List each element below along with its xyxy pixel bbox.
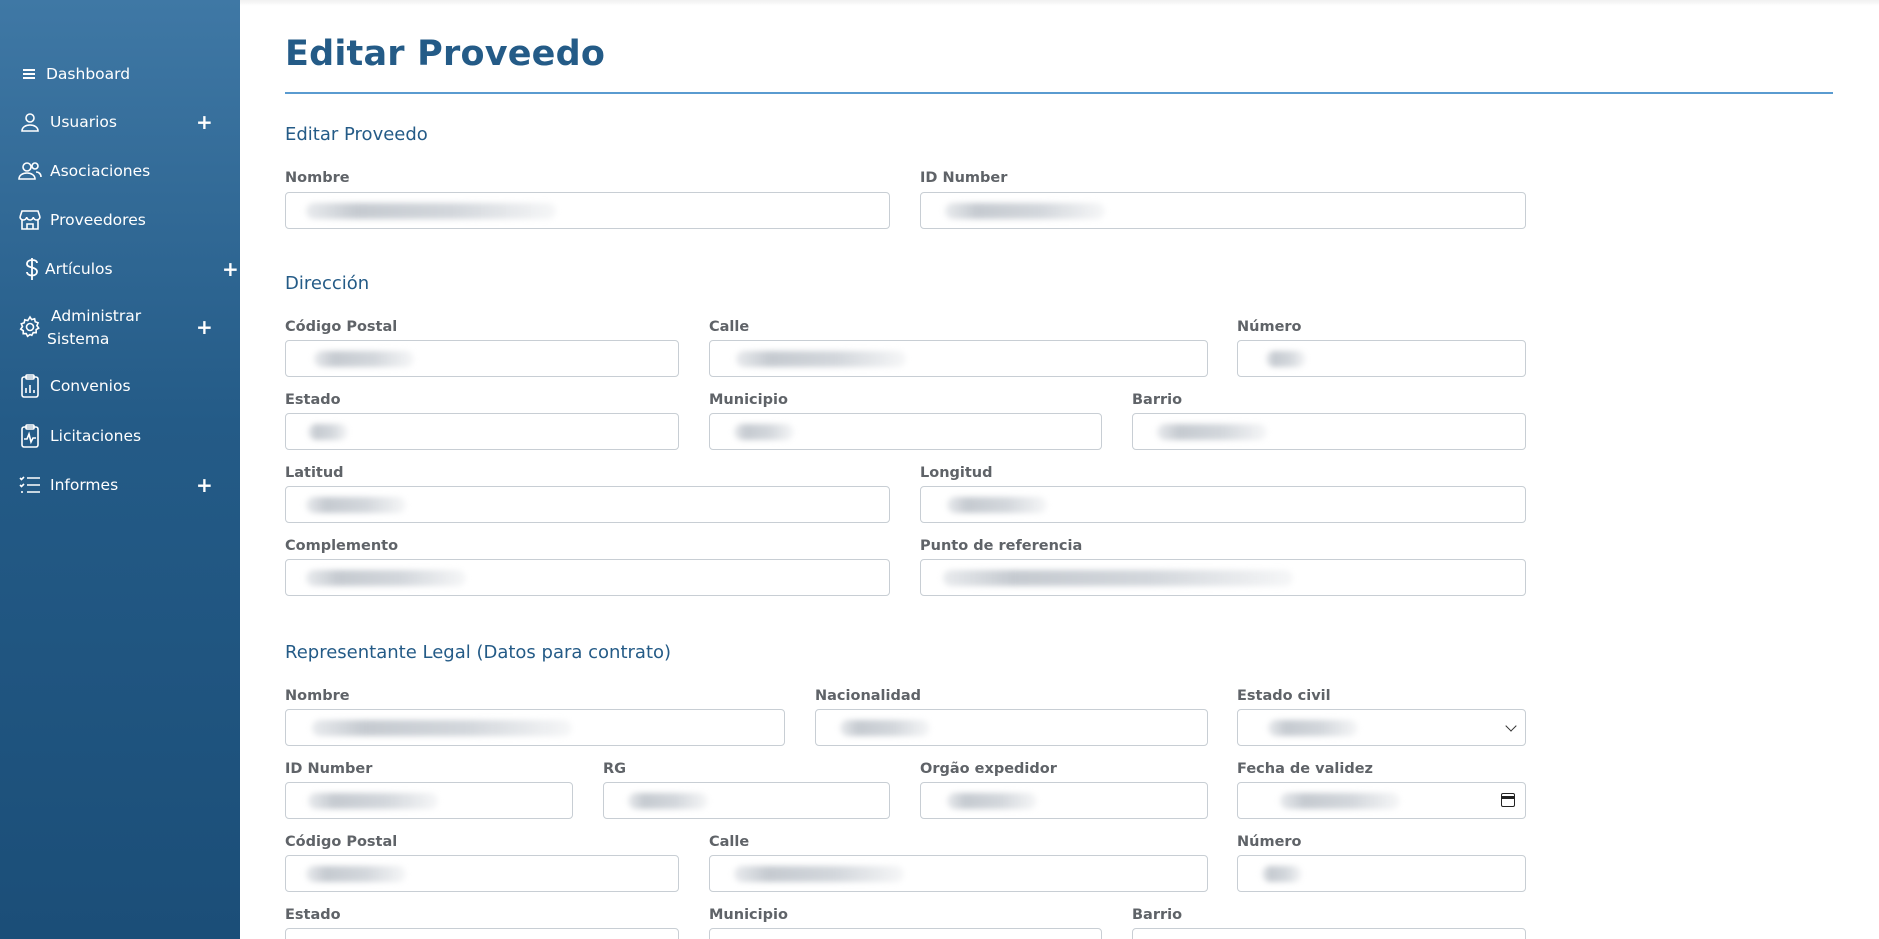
rep-codigo-postal-label: Código Postal — [285, 834, 398, 850]
main-content: Editar Proveedo Editar Proveedo Nombre I… — [240, 0, 1879, 939]
sidebar-item-dashboard[interactable]: Dashboard — [0, 62, 240, 86]
sidebar-item-label: Informes — [50, 476, 119, 494]
rep-municipio-field[interactable] — [709, 928, 1102, 939]
fecha-validez-label: Fecha de validez — [1237, 761, 1373, 777]
rep-numero-field[interactable] — [1237, 855, 1526, 892]
numero-label: Número — [1237, 319, 1302, 335]
longitud-label: Longitud — [920, 465, 993, 481]
sidebar: Dashboard Usuarios + Asociaciones Provee… — [0, 0, 240, 939]
sidebar-item-proveedores[interactable]: Proveedores — [0, 208, 240, 232]
municipio-label: Municipio — [709, 392, 788, 408]
sidebar-item-licitaciones[interactable]: Licitaciones — [0, 424, 240, 448]
dollar-icon — [20, 257, 44, 281]
nombre-field[interactable] — [285, 192, 890, 229]
rep-nombre-field[interactable] — [285, 709, 785, 746]
sidebar-item-label: Proveedores — [50, 211, 146, 229]
punto-referencia-field[interactable] — [920, 559, 1526, 596]
rep-nombre-label: Nombre — [285, 688, 350, 704]
nombre-label: Nombre — [285, 170, 350, 186]
rep-id-number-field[interactable] — [285, 782, 573, 819]
expand-icon[interactable]: + — [222, 259, 239, 279]
sidebar-item-convenios[interactable]: Convenios — [0, 374, 240, 398]
calle-label: Calle — [709, 319, 750, 335]
expand-icon[interactable]: + — [196, 475, 213, 495]
sidebar-item-label: Artículos — [45, 260, 113, 278]
user-icon — [18, 110, 42, 134]
municipio-field[interactable] — [709, 413, 1102, 450]
latitud-field[interactable] — [285, 486, 890, 523]
clipboard-chart-icon — [18, 374, 42, 398]
clipboard-pulse-icon — [18, 424, 42, 448]
estado-civil-select[interactable] — [1237, 709, 1526, 746]
sidebar-item-asociaciones[interactable]: Asociaciones — [0, 159, 240, 183]
punto-referencia-label: Punto de referencia — [920, 538, 1083, 554]
orgao-label: Orgão expedidor — [920, 761, 1057, 777]
list-check-icon — [18, 473, 42, 497]
sidebar-item-usuarios[interactable]: Usuarios + — [0, 110, 240, 134]
estado-civil-label: Estado civil — [1237, 688, 1331, 704]
orgao-field[interactable] — [920, 782, 1208, 819]
rg-label: RG — [603, 761, 627, 777]
sidebar-item-label: Usuarios — [50, 113, 117, 131]
codigo-postal-field[interactable] — [285, 340, 679, 377]
page-title: Editar Proveedo — [285, 34, 606, 74]
rep-estado-field[interactable] — [285, 928, 679, 939]
estado-label: Estado — [285, 392, 341, 408]
estado-field[interactable] — [285, 413, 679, 450]
id-number-field[interactable] — [920, 192, 1526, 229]
rep-barrio-field[interactable] — [1132, 928, 1526, 939]
sidebar-item-label: Convenios — [50, 377, 131, 395]
rep-calle-field[interactable] — [709, 855, 1208, 892]
latitud-label: Latitud — [285, 465, 344, 481]
menu-icon — [18, 62, 42, 86]
longitud-field[interactable] — [920, 486, 1526, 523]
sidebar-item-label: Licitaciones — [50, 427, 142, 445]
sidebar-item-label: Dashboard — [46, 65, 131, 83]
title-divider — [285, 92, 1833, 94]
store-icon — [18, 208, 42, 232]
section-title-legal-rep: Representante Legal (Datos para contrato… — [285, 642, 672, 663]
fecha-validez-field[interactable] — [1237, 782, 1526, 819]
nacionalidad-field[interactable] — [815, 709, 1208, 746]
admin-label-line1: Administrar — [51, 307, 142, 325]
numero-field[interactable] — [1237, 340, 1526, 377]
sidebar-item-articulos[interactable]: Artículos + — [0, 257, 240, 281]
chevron-down-icon — [1505, 720, 1517, 732]
nacionalidad-label: Nacionalidad — [815, 688, 922, 704]
sidebar-item-label: Asociaciones — [50, 162, 151, 180]
codigo-postal-label: Código Postal — [285, 319, 398, 335]
section-title-address: Dirección — [285, 273, 370, 294]
expand-icon[interactable]: + — [196, 112, 213, 132]
rep-codigo-postal-field[interactable] — [285, 855, 679, 892]
users-icon — [18, 159, 42, 183]
expand-icon[interactable]: + — [196, 317, 213, 337]
rep-estado-label: Estado — [285, 907, 341, 923]
rep-barrio-label: Barrio — [1132, 907, 1183, 923]
sidebar-item-administrar-sistema[interactable]: Administrar Sistema + — [0, 304, 240, 350]
rep-calle-label: Calle — [709, 834, 750, 850]
section-title-supplier: Editar Proveedo — [285, 124, 428, 145]
sidebar-item-informes[interactable]: Informes + — [0, 473, 240, 497]
complemento-field[interactable] — [285, 559, 890, 596]
rg-field[interactable] — [603, 782, 890, 819]
rep-id-number-label: ID Number — [285, 761, 373, 777]
rep-municipio-label: Municipio — [709, 907, 788, 923]
gear-icon — [18, 315, 42, 339]
admin-label-line2: Sistema — [47, 330, 110, 348]
rep-numero-label: Número — [1237, 834, 1302, 850]
id-number-label: ID Number — [920, 170, 1008, 186]
barrio-field[interactable] — [1132, 413, 1526, 450]
calle-field[interactable] — [709, 340, 1208, 377]
calendar-icon[interactable] — [1501, 793, 1515, 807]
complemento-label: Complemento — [285, 538, 399, 554]
barrio-label: Barrio — [1132, 392, 1183, 408]
